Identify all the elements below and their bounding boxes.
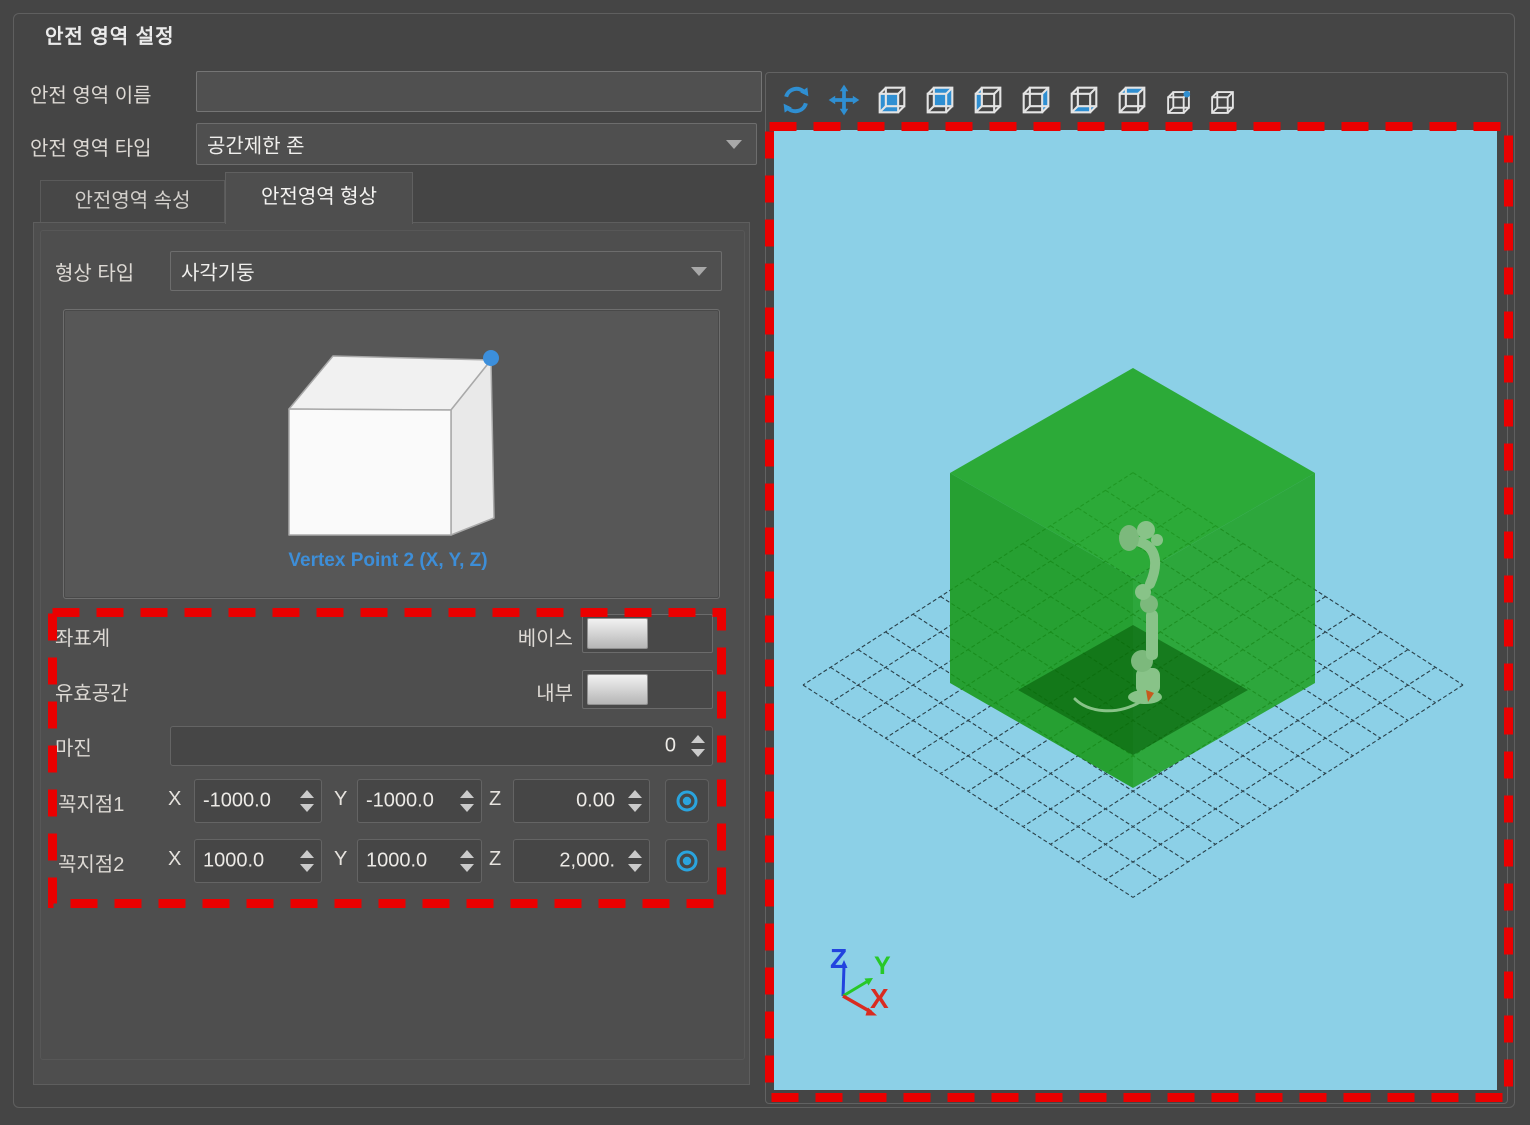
- toggle-knob: [587, 618, 648, 649]
- vertex2-y-label: Y: [334, 848, 347, 871]
- vertex1-x-label: X: [168, 788, 181, 811]
- vertex2-z-value: 2,000.: [559, 850, 615, 873]
- vertex1-z-value: 0.00: [576, 790, 615, 813]
- zone-type-value: 공간제한 존: [207, 130, 305, 159]
- margin-spinbox[interactable]: 0: [170, 726, 713, 766]
- zone-name-input[interactable]: [196, 71, 762, 112]
- preview-caption: Vertex Point 2 (X, Y, Z): [238, 550, 538, 572]
- spin-down-icon[interactable]: [628, 804, 642, 812]
- spin-down-icon[interactable]: [460, 864, 474, 872]
- view-isometric-icon[interactable]: [1163, 82, 1193, 120]
- vertex2-y-input[interactable]: 1000.0: [357, 839, 482, 883]
- valid-space-label: 유효공간: [55, 677, 129, 706]
- vertex-point-marker: [483, 350, 499, 366]
- shape-type-dropdown[interactable]: 사각기둥: [170, 251, 722, 291]
- vertex1-y-value: -1000.0: [366, 790, 434, 813]
- shape-type-label: 형상 타입: [55, 257, 134, 286]
- coordinate-system-toggle[interactable]: [582, 614, 713, 653]
- spin-up-icon[interactable]: [460, 790, 474, 798]
- vertex1-x-input[interactable]: -1000.0: [194, 779, 322, 823]
- vertex1-z-label: Z: [489, 788, 501, 811]
- view-perspective-icon[interactable]: [1207, 82, 1237, 120]
- spin-down-icon[interactable]: [300, 804, 314, 812]
- vertex2-x-label: X: [168, 848, 181, 871]
- view-left-icon[interactable]: [971, 82, 1005, 118]
- view-right-icon[interactable]: [1019, 82, 1053, 118]
- tab-zone-properties[interactable]: 안전영역 속성: [40, 180, 225, 223]
- zone-type-label: 안전 영역 타입: [30, 132, 152, 161]
- margin-value: 0: [665, 735, 676, 758]
- view-back-icon[interactable]: [923, 82, 957, 118]
- vertex1-z-input[interactable]: 0.00: [513, 779, 650, 823]
- chevron-down-icon: [726, 140, 742, 149]
- vertex1-y-label: Y: [334, 788, 347, 811]
- spin-up-icon[interactable]: [460, 850, 474, 858]
- zone-type-dropdown[interactable]: 공간제한 존: [196, 123, 757, 165]
- spin-up-icon[interactable]: [628, 850, 642, 858]
- tab-zone-shape[interactable]: 안전영역 형상: [225, 172, 413, 224]
- zone-name-label: 안전 영역 이름: [30, 79, 152, 108]
- viewport-toolbar: [779, 82, 1237, 120]
- page-title: 안전 영역 설정: [45, 20, 175, 49]
- coordinate-system-value: 베이스: [440, 622, 573, 651]
- axis-y-label: Y: [874, 952, 891, 980]
- vertex1-x-value: -1000.0: [203, 790, 271, 813]
- target-icon: [674, 788, 700, 814]
- view-top-icon[interactable]: [1115, 82, 1149, 118]
- spin-down-icon[interactable]: [460, 804, 474, 812]
- vertex2-label: 꼭지점2: [58, 848, 124, 877]
- spin-up-icon[interactable]: [300, 790, 314, 798]
- spin-down-icon[interactable]: [691, 749, 705, 757]
- pan-view-icon[interactable]: [827, 82, 861, 118]
- vertex1-pick-point-button[interactable]: [665, 779, 709, 823]
- vertex2-z-input[interactable]: 2,000.: [513, 839, 650, 883]
- valid-space-value: 내부: [440, 677, 573, 706]
- spin-up-icon[interactable]: [691, 735, 705, 743]
- vertex2-z-label: Z: [489, 848, 501, 871]
- spin-up-icon[interactable]: [628, 790, 642, 798]
- view-front-icon[interactable]: [875, 82, 909, 118]
- valid-space-toggle[interactable]: [582, 670, 713, 709]
- spin-up-icon[interactable]: [300, 850, 314, 858]
- axis-z-label: Z: [830, 943, 847, 974]
- margin-label: 마진: [55, 732, 92, 761]
- toggle-knob: [587, 674, 648, 705]
- coordinate-system-label: 좌표계: [55, 622, 110, 651]
- vertex2-y-value: 1000.0: [366, 850, 427, 873]
- vertex1-y-input[interactable]: -1000.0: [357, 779, 482, 823]
- vertex1-label: 꼭지점1: [58, 788, 124, 817]
- spin-down-icon[interactable]: [300, 864, 314, 872]
- axis-x-label: X: [870, 983, 889, 1014]
- shape-type-value: 사각기둥: [181, 257, 255, 286]
- view-bottom-icon[interactable]: [1067, 82, 1101, 118]
- vertex2-x-input[interactable]: 1000.0: [194, 839, 322, 883]
- safety-zone-dialog: 안전 영역 설정 안전 영역 이름 안전 영역 타입 공간제한 존 안전영역 속…: [0, 0, 1530, 1125]
- vertex2-x-value: 1000.0: [203, 850, 264, 873]
- vertex2-pick-point-button[interactable]: [665, 839, 709, 883]
- target-icon: [674, 848, 700, 874]
- spin-down-icon[interactable]: [628, 864, 642, 872]
- rotate-view-icon[interactable]: [779, 82, 813, 118]
- chevron-down-icon: [691, 267, 707, 276]
- viewport-3d[interactable]: Z Y X: [774, 130, 1497, 1090]
